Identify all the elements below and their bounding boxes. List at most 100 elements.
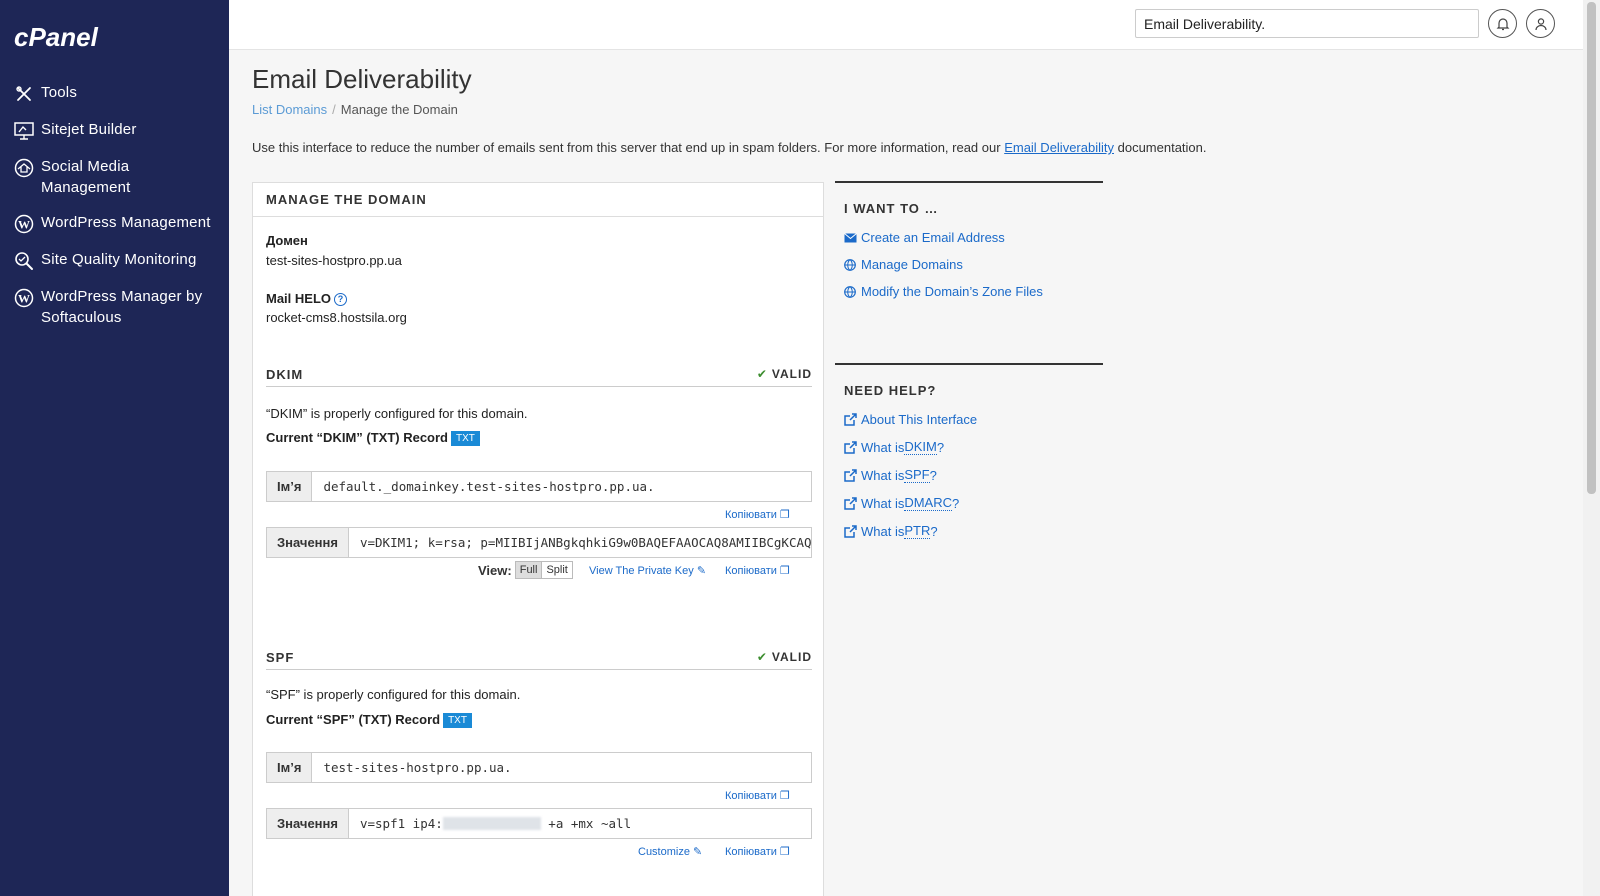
dkim-value-label: Значення: [267, 528, 349, 557]
dkim-name-row: Ім’я default._domainkey.test-sites-hostp…: [266, 471, 812, 502]
globe-icon: [844, 258, 858, 272]
sidebar: cPanel Tools Sitejet Builder Social Medi…: [0, 0, 229, 896]
intro-before: Use this interface to reduce the number …: [252, 140, 1005, 155]
dkim-message: “DKIM” is properly configured for this d…: [266, 406, 528, 421]
sidebar-item-wordpress-management[interactable]: W WordPress Management: [0, 208, 229, 239]
top-bar: [229, 0, 1583, 50]
spf-value-prefix: v=spf1 ip4:: [359, 816, 443, 831]
need-help-title: NEED HELP?: [844, 383, 937, 398]
intro-after: documentation.: [1114, 140, 1207, 155]
spf-value-suffix: +a +mx ~all: [540, 816, 632, 831]
dkim-value-field[interactable]: v=DKIM1; k=rsa; p=MIIBIjANBgkqhkiG9w0BAQ…: [349, 528, 811, 557]
need-help-box: NEED HELP? About This Interface What is …: [835, 363, 1103, 545]
copy-icon: ❐: [780, 790, 790, 802]
check-icon: ✔: [756, 650, 768, 664]
dkim-status-badge: ✔ VALID: [757, 367, 812, 381]
mail-helo-label: Mail HELO?: [266, 291, 348, 306]
create-email-link[interactable]: Create an Email Address: [835, 224, 1103, 251]
copy-dkim-value-button[interactable]: Копіювати ❐: [725, 564, 790, 577]
modify-zone-files-link[interactable]: Modify the Domain’s Zone Files: [835, 278, 1103, 305]
what-is-dkim-link[interactable]: What is DKIM?: [835, 433, 1103, 461]
envelope-icon: [844, 231, 858, 245]
intro-text: Use this interface to reduce the number …: [252, 140, 1207, 155]
txt-badge: TXT: [451, 431, 480, 446]
sidebar-nav: Tools Sitejet Builder Social Media Manag…: [0, 78, 229, 338]
spf-value-label: Значення: [267, 809, 349, 838]
svg-text:W: W: [18, 218, 30, 232]
breadcrumb-separator: /: [332, 102, 336, 117]
sidebar-item-site-quality[interactable]: Site Quality Monitoring: [0, 245, 229, 276]
private-key-label: View The Private Key: [589, 565, 694, 577]
pencil-icon: ✎: [693, 846, 703, 858]
i-want-to-title: I WANT TO …: [844, 201, 939, 216]
wordpress-icon: W: [13, 213, 35, 235]
copy-dkim-name-button[interactable]: Копіювати ❐: [725, 508, 790, 521]
copy-icon: ❐: [780, 509, 790, 521]
question-mark: ?: [929, 467, 937, 483]
what-is-spf-link[interactable]: What is SPF?: [835, 461, 1103, 489]
mail-helo-value: rocket-cms8.hostsila.org: [266, 310, 407, 325]
modify-zone-files-label: Modify the Domain’s Zone Files: [861, 284, 1043, 299]
email-deliverability-doc-link[interactable]: Email Deliverability: [1004, 140, 1114, 155]
sidebar-item-sitejet-builder[interactable]: Sitejet Builder: [0, 115, 229, 146]
user-menu-button[interactable]: [1526, 9, 1555, 38]
manage-domain-panel: MANAGE THE DOMAIN Домен test-sites-hostp…: [252, 182, 824, 896]
pencil-icon: ✎: [696, 565, 707, 577]
dkim-title: DKIM: [266, 367, 304, 382]
sidebar-item-label: WordPress Management: [41, 214, 211, 231]
spf-message: “SPF” is properly configured for this do…: [266, 687, 521, 702]
dkim-status-text: VALID: [771, 367, 812, 381]
breadcrumb: List Domains / Manage the Domain: [252, 102, 458, 117]
view-full-button[interactable]: Full: [515, 562, 543, 578]
svg-text:W: W: [18, 292, 30, 306]
view-split-button[interactable]: Split: [542, 562, 572, 578]
dkim-value-row: Значення v=DKIM1; k=rsa; p=MIIBIjANBgkqh…: [266, 527, 812, 558]
cpanel-logo[interactable]: cPanel: [14, 22, 124, 52]
breadcrumb-list-domains[interactable]: List Domains: [252, 102, 327, 117]
wordpress-icon: W: [13, 287, 35, 309]
help-icon[interactable]: ?: [334, 293, 348, 306]
i-want-to-box: I WANT TO … Create an Email Address Mana…: [835, 181, 1103, 305]
external-link-icon: [844, 468, 858, 482]
sidebar-item-label: Social Media Management: [41, 158, 131, 196]
sidebar-item-label: Tools: [41, 84, 78, 101]
domain-value: test-sites-hostpro.pp.ua: [266, 253, 402, 268]
spf-value-row: Значення v=spf1 ip4: +a +mx ~all: [266, 808, 812, 839]
scrollbar-thumb[interactable]: [1587, 2, 1596, 494]
bell-icon: [1496, 17, 1509, 30]
spf-value-field[interactable]: v=spf1 ip4: +a +mx ~all: [349, 809, 811, 838]
domain-label: Домен: [266, 233, 308, 248]
dkim-term: DKIM: [904, 439, 937, 455]
about-interface-link[interactable]: About This Interface: [835, 406, 1103, 433]
sidebar-item-social-media[interactable]: Social Media Management: [0, 152, 229, 202]
customize-spf-link[interactable]: Customize ✎: [638, 845, 702, 858]
notifications-button[interactable]: [1488, 9, 1517, 38]
page-scrollbar[interactable]: [1583, 0, 1600, 896]
sitejet-icon: [13, 120, 35, 142]
what-is-dmarc-link[interactable]: What is DMARC?: [835, 489, 1103, 517]
dkim-name-field[interactable]: default._domainkey.test-sites-hostpro.pp…: [312, 472, 811, 501]
spf-title: SPF: [266, 650, 295, 665]
view-private-key-link[interactable]: View The Private Key ✎: [589, 564, 706, 577]
sidebar-item-wordpress-softaculous[interactable]: W WordPress Manager by Softaculous: [0, 282, 229, 332]
dkim-section-header: DKIM ✔ VALID: [266, 365, 812, 387]
search-input[interactable]: [1135, 9, 1479, 38]
spf-name-field[interactable]: test-sites-hostpro.pp.ua.: [312, 753, 811, 782]
what-is-prefix: What is: [861, 439, 905, 455]
external-link-icon: [844, 440, 858, 454]
external-link-icon: [844, 524, 858, 538]
breadcrumb-current: Manage the Domain: [340, 102, 458, 117]
dkim-record-text: Current “DKIM” (TXT) Record: [266, 430, 448, 445]
sidebar-item-label: Site Quality Monitoring: [41, 251, 197, 268]
ptr-term: PTR: [904, 523, 931, 539]
view-toggle: View: Full Split: [478, 561, 573, 579]
manage-domains-label: Manage Domains: [861, 257, 963, 272]
manage-domains-link[interactable]: Manage Domains: [835, 251, 1103, 278]
question-mark: ?: [952, 495, 960, 511]
what-is-ptr-link[interactable]: What is PTR?: [835, 517, 1103, 545]
copy-spf-value-button[interactable]: Копіювати ❐: [725, 845, 790, 858]
question-mark: ?: [930, 523, 938, 539]
copy-spf-name-button[interactable]: Копіювати ❐: [725, 789, 790, 802]
sidebar-item-tools[interactable]: Tools: [0, 78, 229, 109]
spf-name-label: Ім’я: [267, 753, 313, 782]
